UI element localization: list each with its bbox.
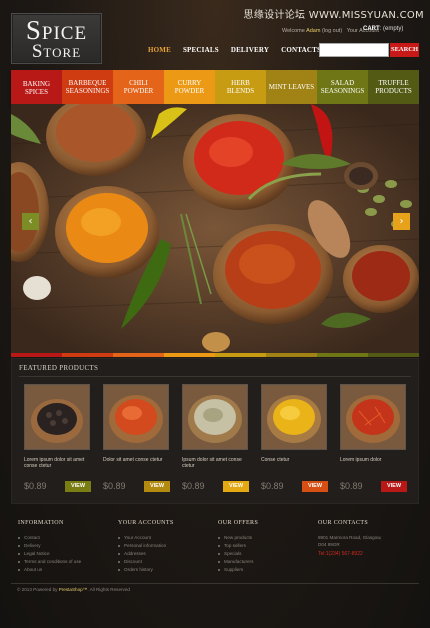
category-bar: BAKING SPICES BARBEQUE SEASONINGS CHILI … bbox=[11, 70, 419, 106]
footer-link[interactable]: New products bbox=[218, 534, 258, 542]
logo-line-1: Spice bbox=[25, 15, 88, 45]
cart-label: CART bbox=[363, 26, 380, 32]
logout-link[interactable]: (log out) bbox=[322, 28, 342, 34]
user-name[interactable]: Adam bbox=[306, 28, 320, 34]
product-desc: Lorem ipsum dolor sit amet conse ctetur bbox=[24, 457, 85, 469]
copyright: © 2013 Powered by PrestaShop™. All Right… bbox=[17, 587, 130, 592]
copyright-prefix: © 2013 Powered by bbox=[17, 587, 58, 592]
cart-status: : (empty) bbox=[379, 26, 404, 32]
footer-link[interactable]: Discount bbox=[118, 558, 174, 566]
hero-color-strip bbox=[11, 353, 419, 357]
footer-link[interactable]: Legal Notice bbox=[18, 550, 81, 558]
address-line: D04 89GR bbox=[318, 542, 340, 547]
footer: INFORMATION Contact Delivery Legal Notic… bbox=[11, 510, 419, 610]
footer-link[interactable]: About us bbox=[18, 566, 81, 574]
footer-offers: OUR OFFERS New products Top sellers Spec… bbox=[218, 520, 258, 574]
search-button[interactable]: SEARCH bbox=[390, 43, 419, 57]
slider-prev-icon[interactable]: ‹ bbox=[22, 213, 39, 230]
category-herb-blends[interactable]: HERB BLENDS bbox=[215, 70, 266, 104]
divider bbox=[11, 583, 419, 584]
divider bbox=[19, 376, 411, 377]
footer-information: INFORMATION Contact Delivery Legal Notic… bbox=[18, 520, 81, 574]
product-image-paprika[interactable] bbox=[103, 384, 169, 450]
view-button[interactable]: VIEW bbox=[144, 481, 170, 492]
nav-delivery[interactable]: DELIVERY bbox=[231, 46, 269, 54]
product-card[interactable]: Lorem ipsum dolor $0.89 VIEW bbox=[336, 384, 410, 496]
nav-specials[interactable]: SPECIALS bbox=[183, 46, 219, 54]
footer-accounts: YOUR ACCOUNTS Your Account Personal info… bbox=[118, 520, 174, 574]
product-card[interactable]: Conse ctetur $0.89 VIEW bbox=[257, 384, 331, 496]
spices-photo bbox=[11, 104, 419, 354]
product-desc: Lorem ipsum dolor bbox=[340, 457, 382, 463]
cart-summary[interactable]: CART: (empty) bbox=[363, 26, 403, 32]
product-price: $0.89 bbox=[182, 481, 205, 491]
product-image-herb-blend[interactable] bbox=[182, 384, 248, 450]
product-desc: Dolor sit amet conse ctetur bbox=[103, 457, 163, 463]
page: 思缘设计论坛 WWW.MISSYUAN.COM Spice Store Welc… bbox=[0, 0, 430, 628]
product-card[interactable]: Ipsum dolor sit amet conse ctetur $0.89 … bbox=[178, 384, 252, 496]
prestashop-link[interactable]: PrestaShop™ bbox=[59, 587, 88, 592]
product-desc: Conse ctetur bbox=[261, 457, 290, 463]
main-nav: HOME SPECIALS DELIVERY CONTACTS bbox=[148, 46, 321, 54]
category-baking-spices[interactable]: BAKING SPICES bbox=[11, 70, 62, 106]
product-desc: Ipsum dolor sit amet conse ctetur bbox=[182, 457, 242, 469]
footer-link[interactable]: Top sellers bbox=[218, 542, 258, 550]
footer-heading: INFORMATION bbox=[18, 520, 64, 526]
view-button[interactable]: VIEW bbox=[381, 481, 407, 492]
footer-link[interactable]: Terms and conditions of use bbox=[18, 558, 81, 566]
featured-products: FEATURED PRODUCTS Lorem ipsum dolor sit … bbox=[11, 358, 419, 504]
product-price: $0.89 bbox=[261, 481, 284, 491]
watermark: 思缘设计论坛 WWW.MISSYUAN.COM bbox=[243, 10, 424, 21]
category-barbeque-seasonings[interactable]: BARBEQUE SEASONINGS bbox=[62, 70, 113, 104]
nav-home[interactable]: HOME bbox=[148, 46, 171, 54]
footer-heading: YOUR ACCOUNTS bbox=[118, 520, 174, 526]
phone-number[interactable]: Tel:1(234) 567-8922 bbox=[318, 551, 382, 557]
hero-slider-image bbox=[11, 104, 419, 354]
product-image-turmeric[interactable] bbox=[261, 384, 327, 450]
search-input[interactable] bbox=[319, 43, 389, 57]
category-mint-leaves[interactable]: MINT LEAVES bbox=[266, 70, 317, 104]
product-image-saffron[interactable] bbox=[340, 384, 406, 450]
product-price: $0.89 bbox=[103, 481, 126, 491]
product-price: $0.89 bbox=[340, 481, 363, 491]
category-curry-powder[interactable]: CURRY POWDER bbox=[164, 70, 215, 104]
product-image-peppercorns[interactable] bbox=[24, 384, 90, 450]
address-line: 8901 Marmora Road, Glasgow, bbox=[318, 535, 382, 540]
nav-contacts[interactable]: CONTACTS bbox=[281, 46, 321, 54]
store-logo[interactable]: Spice Store bbox=[11, 13, 102, 64]
footer-link[interactable]: Delivery bbox=[18, 542, 81, 550]
view-button[interactable]: VIEW bbox=[65, 481, 91, 492]
featured-title: FEATURED PRODUCTS bbox=[19, 364, 99, 372]
footer-heading: OUR CONTACTS bbox=[318, 520, 369, 526]
footer-link[interactable]: Manufacturers bbox=[218, 558, 258, 566]
footer-contacts: OUR CONTACTS 8901 Marmora Road, Glasgow,… bbox=[318, 520, 382, 557]
product-price: $0.89 bbox=[24, 481, 47, 491]
footer-link[interactable]: Your Account bbox=[118, 534, 174, 542]
welcome-text: Welcome bbox=[282, 28, 305, 34]
footer-link[interactable]: Addresses bbox=[118, 550, 174, 558]
category-chili-powder[interactable]: CHILI POWDER bbox=[113, 70, 164, 104]
footer-link[interactable]: Orders history bbox=[118, 566, 174, 574]
footer-link[interactable]: Contact bbox=[18, 534, 81, 542]
product-card[interactable]: Lorem ipsum dolor sit amet conse ctetur … bbox=[20, 384, 94, 496]
footer-link[interactable]: Specials bbox=[218, 550, 258, 558]
category-salad-seasonings[interactable]: SALAD SEASONINGS bbox=[317, 70, 368, 104]
slider-next-icon[interactable]: › bbox=[393, 213, 410, 230]
category-truffle-products[interactable]: TRUFFLE PRODUCTS bbox=[368, 70, 419, 104]
footer-heading: OUR OFFERS bbox=[218, 520, 259, 526]
view-button[interactable]: VIEW bbox=[223, 481, 249, 492]
copyright-suffix: . All Rights Reserved bbox=[87, 587, 130, 592]
view-button[interactable]: VIEW bbox=[302, 481, 328, 492]
product-card[interactable]: Dolor sit amet conse ctetur $0.89 VIEW bbox=[99, 384, 173, 496]
logo-line-2: Store bbox=[31, 41, 82, 62]
footer-link[interactable]: Personal information bbox=[118, 542, 174, 550]
footer-link[interactable]: Suppliers bbox=[218, 566, 258, 574]
